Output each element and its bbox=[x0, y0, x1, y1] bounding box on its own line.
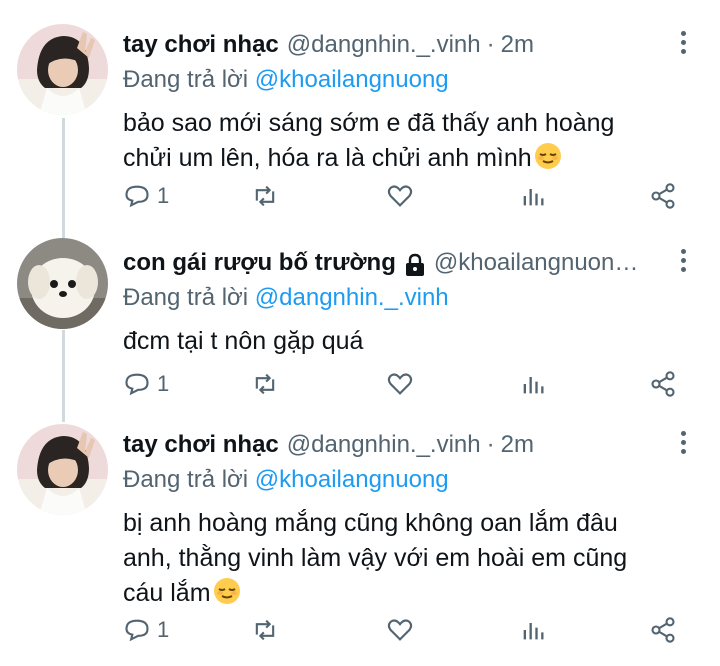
timestamp[interactable]: 2m bbox=[501, 31, 534, 59]
avatar[interactable] bbox=[17, 424, 108, 515]
reply-icon bbox=[125, 185, 149, 208]
reply-count: 1 bbox=[157, 183, 170, 208]
display-name[interactable]: con gái rượu bố trường bbox=[123, 249, 396, 277]
separator-dot: · bbox=[486, 31, 495, 58]
tweet-actions: 1 bbox=[123, 366, 683, 402]
tweet-text: bị anh hoàng mắng cũng không oan lắm đâu… bbox=[123, 506, 653, 611]
retweet-icon bbox=[255, 373, 275, 395]
analytics-button[interactable] bbox=[519, 612, 547, 648]
user-handle[interactable]: @khoailangnuon… bbox=[434, 249, 639, 277]
relieved-face-emoji-icon bbox=[534, 142, 562, 170]
tweet-actions: 1 bbox=[123, 178, 683, 214]
retweet-icon bbox=[255, 185, 275, 207]
retweet-icon bbox=[255, 619, 275, 641]
analytics-button[interactable] bbox=[519, 178, 547, 214]
lock-icon bbox=[405, 253, 424, 276]
reply-to-link[interactable]: @khoailangnuong bbox=[255, 466, 449, 493]
like-button[interactable] bbox=[386, 178, 414, 214]
avatar[interactable] bbox=[17, 238, 108, 329]
user-handle[interactable]: @dangnhin._.vinh bbox=[287, 31, 481, 59]
like-icon bbox=[387, 619, 413, 641]
display-name[interactable]: tay chơi nhạc bbox=[123, 31, 279, 59]
reply-button[interactable]: 1 bbox=[123, 612, 169, 648]
retweet-button[interactable] bbox=[251, 366, 279, 402]
tweet-text-content: bị anh hoàng mắng cũng không oan lắm đâu… bbox=[123, 509, 628, 607]
like-icon bbox=[387, 185, 413, 207]
reply-to-link[interactable]: @khoailangnuong bbox=[255, 66, 449, 93]
tweet[interactable]: con gái rượu bố trường @khoailangnuon… Đ… bbox=[0, 238, 720, 418]
more-icon[interactable] bbox=[676, 246, 690, 276]
analytics-icon bbox=[523, 377, 544, 394]
share-button[interactable] bbox=[649, 178, 677, 214]
relieved-face-emoji-icon bbox=[213, 577, 241, 605]
tweet-text: đcm tại t nôn gặp quá bbox=[123, 324, 663, 359]
more-icon[interactable] bbox=[676, 428, 690, 458]
reply-count: 1 bbox=[157, 371, 170, 396]
retweet-button[interactable] bbox=[251, 178, 279, 214]
like-icon bbox=[387, 373, 413, 395]
analytics-button[interactable] bbox=[519, 366, 547, 402]
reply-context: Đang trả lời @khoailangnuong bbox=[123, 66, 449, 94]
reply-label: Đang trả lời bbox=[123, 466, 249, 493]
tweet-header: tay chơi nhạc @dangnhin._.vinh · 2m bbox=[123, 428, 670, 462]
avatar[interactable] bbox=[17, 24, 108, 115]
reply-icon bbox=[125, 619, 149, 642]
reply-context: Đang trả lời @dangnhin._.vinh bbox=[123, 284, 449, 312]
more-icon[interactable] bbox=[676, 28, 690, 58]
share-button[interactable] bbox=[649, 366, 677, 402]
like-button[interactable] bbox=[386, 612, 414, 648]
share-icon bbox=[651, 617, 675, 643]
share-button[interactable] bbox=[649, 612, 677, 648]
tweet-header: con gái rượu bố trường @khoailangnuon… bbox=[123, 246, 670, 280]
reply-to-link[interactable]: @dangnhin._.vinh bbox=[255, 284, 449, 311]
analytics-icon bbox=[523, 623, 544, 640]
reply-icon bbox=[125, 373, 149, 396]
reply-label: Đang trả lời bbox=[123, 284, 249, 311]
tweet-actions: 1 bbox=[123, 612, 683, 648]
reply-button[interactable]: 1 bbox=[123, 178, 169, 214]
retweet-button[interactable] bbox=[251, 612, 279, 648]
timestamp[interactable]: 2m bbox=[501, 431, 534, 459]
analytics-icon bbox=[523, 189, 544, 206]
like-button[interactable] bbox=[386, 366, 414, 402]
tweet-text: bảo sao mới sáng sớm e đã thấy anh hoàng… bbox=[123, 106, 663, 176]
tweet[interactable]: tay chơi nhạc @dangnhin._.vinh · 2m Đang… bbox=[0, 20, 720, 220]
share-icon bbox=[651, 371, 675, 397]
display-name[interactable]: tay chơi nhạc bbox=[123, 431, 279, 459]
reply-button[interactable]: 1 bbox=[123, 366, 169, 402]
share-icon bbox=[651, 183, 675, 209]
tweet-text-content: đcm tại t nôn gặp quá bbox=[123, 327, 364, 355]
separator-dot: · bbox=[486, 431, 495, 458]
reply-label: Đang trả lời bbox=[123, 66, 249, 93]
reply-context: Đang trả lời @khoailangnuong bbox=[123, 466, 449, 494]
user-handle[interactable]: @dangnhin._.vinh bbox=[287, 431, 481, 459]
reply-count: 1 bbox=[157, 617, 170, 642]
tweet[interactable]: tay chơi nhạc @dangnhin._.vinh · 2m Đang… bbox=[0, 420, 720, 666]
tweet-header: tay chơi nhạc @dangnhin._.vinh · 2m bbox=[123, 28, 670, 62]
